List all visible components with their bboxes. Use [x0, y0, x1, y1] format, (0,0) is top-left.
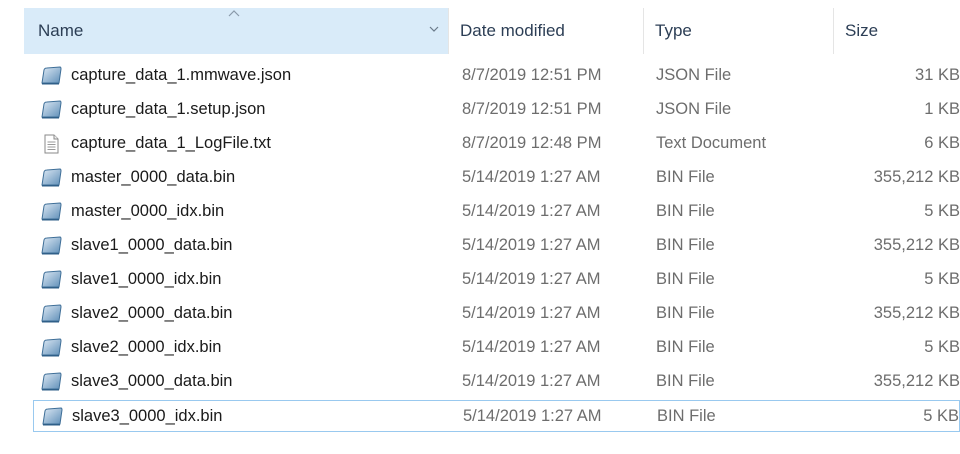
column-header-date[interactable]: Date modified	[460, 8, 640, 54]
file-date-modified: 5/14/2019 1:27 AM	[462, 304, 601, 322]
sort-ascending-icon	[228, 10, 240, 17]
generic-file-icon	[40, 202, 62, 222]
generic-file-icon	[41, 407, 63, 427]
column-header-type[interactable]: Type	[655, 8, 825, 54]
file-date-modified: 8/7/2019 12:48 PM	[462, 134, 602, 152]
file-date-modified: 5/14/2019 1:27 AM	[462, 372, 601, 390]
file-size: 31 KB	[915, 66, 960, 84]
file-row[interactable]: slave1_0000_data.bin 5/14/2019 1:27 AM BIN…	[33, 230, 960, 262]
file-size: 1 KB	[924, 100, 960, 118]
file-row[interactable]: capture_data_1.mmwave.json 8/7/2019 12:51…	[33, 60, 960, 92]
generic-file-icon	[40, 270, 62, 290]
column-header-size-label: Size	[845, 21, 879, 40]
file-size: 5 KB	[924, 270, 960, 288]
file-name[interactable]: capture_data_1.setup.json	[71, 100, 265, 119]
file-date-modified: 8/7/2019 12:51 PM	[462, 66, 602, 84]
generic-file-icon	[40, 100, 62, 120]
file-type: BIN File	[656, 270, 715, 288]
file-size: 6 KB	[924, 134, 960, 152]
file-row[interactable]: slave1_0000_idx.bin 5/14/2019 1:27 AM BIN …	[33, 264, 960, 296]
file-size: 5 KB	[923, 407, 959, 425]
file-size: 5 KB	[924, 202, 960, 220]
file-name[interactable]: slave2_0000_data.bin	[71, 304, 232, 323]
file-row[interactable]: slave2_0000_data.bin 5/14/2019 1:27 AM BIN…	[33, 298, 960, 330]
file-name[interactable]: capture_data_1_LogFile.txt	[71, 134, 271, 153]
generic-file-icon	[40, 236, 62, 256]
file-name[interactable]: slave1_0000_idx.bin	[71, 270, 221, 289]
file-size: 355,212 KB	[873, 168, 960, 186]
file-date-modified: 5/14/2019 1:27 AM	[462, 236, 601, 254]
file-type: JSON File	[656, 66, 732, 84]
column-divider[interactable]	[448, 8, 449, 54]
file-type: Text Document	[656, 134, 767, 152]
text-document-icon	[40, 134, 62, 154]
file-size: 355,212 KB	[873, 372, 960, 390]
file-row[interactable]: master_0000_idx.bin 5/14/2019 1:27 AM BIN …	[33, 196, 960, 228]
file-row[interactable]: slave3_0000_data.bin 5/14/2019 1:27 AM BIN…	[33, 366, 960, 398]
column-header-size[interactable]: Size	[845, 8, 955, 54]
chevron-down-icon[interactable]	[428, 24, 440, 34]
column-header-name-label: Name	[38, 21, 84, 40]
generic-file-icon	[40, 168, 62, 188]
generic-file-icon	[40, 338, 62, 358]
file-size: 355,212 KB	[873, 236, 960, 254]
file-date-modified: 5/14/2019 1:27 AM	[462, 168, 601, 186]
column-header-type-label: Type	[655, 21, 692, 40]
file-date-modified: 8/7/2019 12:51 PM	[462, 100, 602, 118]
file-date-modified: 5/14/2019 1:27 AM	[462, 338, 601, 356]
column-header-name[interactable]: Name	[24, 8, 448, 54]
column-divider[interactable]	[643, 8, 644, 54]
column-header-bar: Name Date modified Type Size	[0, 0, 960, 62]
file-type: BIN File	[656, 202, 715, 220]
file-name[interactable]: slave3_0000_data.bin	[71, 372, 232, 391]
file-type: BIN File	[656, 304, 715, 322]
file-name[interactable]: capture_data_1.mmwave.json	[71, 66, 291, 85]
file-type: BIN File	[657, 407, 716, 425]
file-type: BIN File	[656, 236, 715, 254]
file-name[interactable]: master_0000_idx.bin	[71, 202, 224, 221]
file-type: JSON File	[656, 100, 732, 118]
file-row[interactable]: slave2_0000_idx.bin 5/14/2019 1:27 AM BIN …	[33, 332, 960, 364]
file-name[interactable]: master_0000_data.bin	[71, 168, 235, 187]
file-row[interactable]: capture_data_1_LogFile.txt 8/7/2019 12:48…	[33, 128, 960, 160]
column-divider[interactable]	[833, 8, 834, 54]
file-name[interactable]: slave1_0000_data.bin	[71, 236, 232, 255]
file-date-modified: 5/14/2019 1:27 AM	[463, 407, 602, 425]
file-name[interactable]: slave2_0000_idx.bin	[71, 338, 221, 357]
file-type: BIN File	[656, 168, 715, 186]
file-size: 355,212 KB	[873, 304, 960, 322]
file-type: BIN File	[656, 338, 715, 356]
file-row[interactable]: master_0000_data.bin 5/14/2019 1:27 AM BIN…	[33, 162, 960, 194]
column-header-date-label: Date modified	[460, 21, 565, 40]
file-date-modified: 5/14/2019 1:27 AM	[462, 270, 601, 288]
file-type: BIN File	[656, 372, 715, 390]
file-row[interactable]: slave3_0000_idx.bin 5/14/2019 1:27 AM BIN …	[33, 400, 960, 432]
file-name[interactable]: slave3_0000_idx.bin	[72, 407, 222, 426]
generic-file-icon	[40, 66, 62, 86]
file-row[interactable]: capture_data_1.setup.json 8/7/2019 12:51 …	[33, 94, 960, 126]
generic-file-icon	[40, 372, 62, 392]
file-size: 5 KB	[924, 338, 960, 356]
file-date-modified: 5/14/2019 1:27 AM	[462, 202, 601, 220]
generic-file-icon	[40, 304, 62, 324]
